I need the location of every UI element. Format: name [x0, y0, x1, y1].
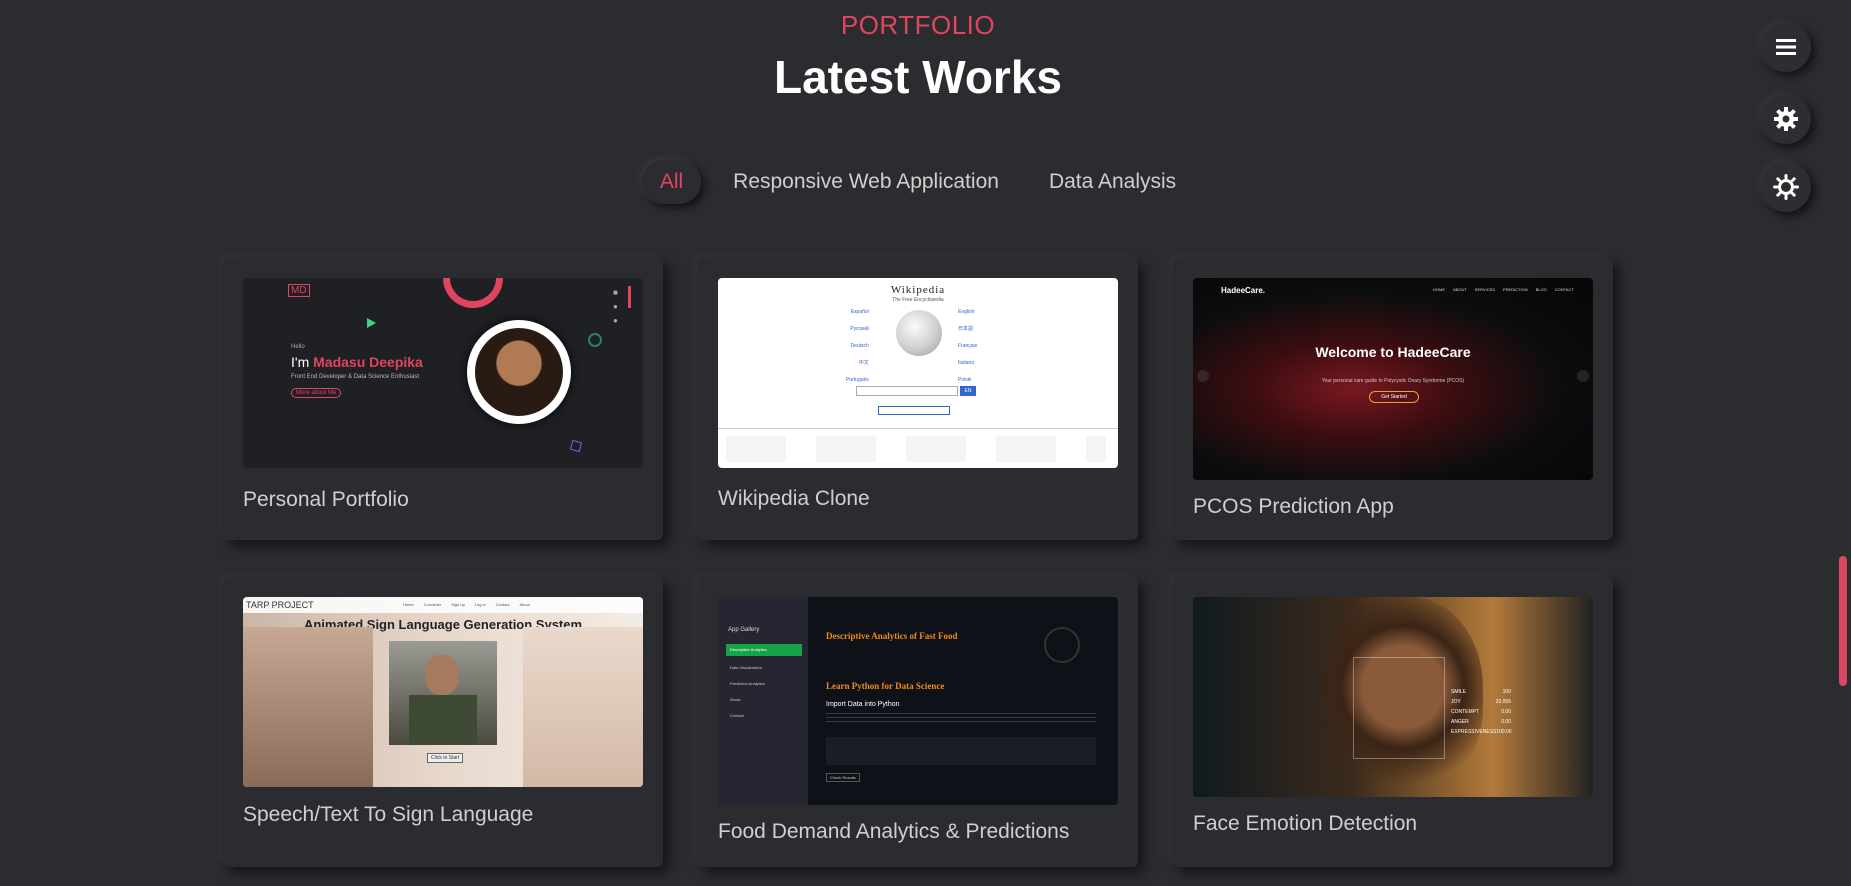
- wiki-footer-links: [726, 436, 1106, 462]
- food-heading: Descriptive Analytics of Fast Food: [826, 631, 958, 641]
- project-card-personal-portfolio[interactable]: MD Hello I'm Madasu Deepika Front End De…: [223, 258, 663, 540]
- project-thumbnail: Wikipedia The Free Encyclopedia Español Р…: [718, 278, 1118, 468]
- menu-icon: [1776, 39, 1796, 55]
- scrollbar-track[interactable]: [1833, 0, 1851, 886]
- scrollbar-thumb[interactable]: [1839, 556, 1847, 686]
- wiki-langs-left: Español Русский Deutsch 中文 Português: [846, 309, 869, 383]
- hadeecare-sub: Your personal care guide to Polycystic O…: [1321, 378, 1465, 384]
- hadeecare-headline: Welcome to HadeeCare: [1315, 344, 1471, 360]
- carousel-next: [1577, 370, 1589, 382]
- hadeecare-nav: HOME ABOUT SERVICES PREDICTION BLOG CONTACT: [1433, 287, 1574, 292]
- wiki-globe: [896, 310, 942, 356]
- project-title: Wikipedia Clone: [718, 487, 870, 510]
- logo-badge: MD: [288, 284, 310, 297]
- theme-toggle-button[interactable]: [1761, 162, 1811, 212]
- hero-intro: I'm: [291, 354, 314, 370]
- settings-button[interactable]: [1761, 94, 1811, 144]
- tarp-nav: Home Converter Sign up Log in Contact About: [403, 602, 530, 607]
- wiki-search-box: [856, 386, 958, 396]
- decor-circle: [588, 333, 602, 347]
- project-title: Food Demand Analytics & Predictions: [718, 820, 1070, 843]
- globe-graphic: [1044, 627, 1080, 663]
- project-card-wikipedia-clone[interactable]: Wikipedia The Free Encyclopedia Español Р…: [698, 258, 1138, 540]
- project-thumbnail: TARP PROJECT Home Converter Sign up Log in C…: [243, 597, 643, 787]
- decor-square: [569, 439, 583, 453]
- settings-icon: [1774, 107, 1798, 131]
- start-button: Click to Start: [427, 753, 464, 763]
- project-thumbnail: HadeeCare. HOME ABOUT SERVICES PREDICTION BL…: [1193, 278, 1593, 480]
- side-dots: ■ ● ●: [613, 288, 618, 325]
- face-detection-box: [1353, 657, 1445, 759]
- filter-responsive-web-application[interactable]: Responsive Web Application: [715, 160, 1017, 204]
- project-title: PCOS Prediction App: [1193, 495, 1394, 518]
- project-thumbnail: App Gallery Descriptive Analytics Data V…: [718, 597, 1118, 805]
- menu-button[interactable]: [1761, 22, 1811, 72]
- hero-name: Madasu Deepika: [313, 354, 423, 370]
- sun-icon: [1773, 174, 1799, 200]
- food-section: Import Data into Python: [826, 701, 900, 708]
- tarp-brand: TARP PROJECT: [246, 600, 314, 610]
- decor-bar: [628, 286, 631, 308]
- hero-name-line: I'm Madasu Deepika: [291, 354, 423, 370]
- streamlit-sidebar: App Gallery Descriptive Analytics Data V…: [718, 597, 808, 805]
- decor-triangle: [367, 318, 376, 328]
- hero-greeting: Hello: [291, 344, 305, 350]
- wiki-search-button: EN: [960, 386, 976, 396]
- code-block: [826, 737, 1096, 765]
- food-subheading: Learn Python for Data Science: [826, 681, 945, 691]
- project-thumbnail: SMILE 100 JOY 23.055 CONTEMPT 0.00 ANGER 0.0…: [1193, 597, 1593, 797]
- decor-arc: [443, 278, 503, 308]
- project-card-speech-text-to-sign-language[interactable]: TARP PROJECT Home Converter Sign up Log in C…: [223, 577, 663, 867]
- project-title: Speech/Text To Sign Language: [243, 803, 534, 826]
- hadeecare-cta: Get Started: [1369, 391, 1419, 403]
- carousel-prev: [1197, 370, 1209, 382]
- check-results-button: Check Results: [826, 773, 860, 782]
- wiki-logo-text: Wikipedia: [890, 284, 946, 296]
- section-kicker: PORTFOLIO: [840, 10, 996, 40]
- page-title: Latest Works: [773, 51, 1063, 103]
- project-card-food-demand-analytics[interactable]: App Gallery Descriptive Analytics Data V…: [698, 577, 1138, 867]
- project-title: Face Emotion Detection: [1193, 812, 1418, 835]
- filter-data-analysis[interactable]: Data Analysis: [1031, 160, 1194, 204]
- wiki-app-link: [878, 406, 950, 415]
- hero-tagline: Front End Developer & Data Science Enthu…: [291, 374, 420, 380]
- emotion-stats: SMILE 100 JOY 23.055 CONTEMPT 0.00 ANGER 0.0…: [1451, 689, 1512, 735]
- filter-all[interactable]: All: [641, 160, 702, 204]
- hero-cta: More about Me: [291, 388, 342, 398]
- hadeecare-brand: HadeeCare.: [1221, 286, 1266, 295]
- wiki-subtitle: The Free Encyclopedia: [892, 297, 944, 303]
- project-card-face-emotion-detection[interactable]: SMILE 100 JOY 23.055 CONTEMPT 0.00 ANGER 0.0…: [1173, 577, 1613, 867]
- filter-bar: All Responsive Web Application Data Anal…: [0, 160, 1836, 204]
- project-thumbnail: MD Hello I'm Madasu Deepika Front End De…: [243, 278, 643, 468]
- project-title: Personal Portfolio: [243, 488, 409, 511]
- avatar-video: [389, 641, 497, 745]
- project-card-pcos-prediction-app[interactable]: HadeeCare. HOME ABOUT SERVICES PREDICTION BL…: [1173, 258, 1613, 540]
- profile-avatar: [467, 320, 571, 424]
- wiki-langs-right: English 日本語 Français Italiano Polski: [958, 309, 978, 383]
